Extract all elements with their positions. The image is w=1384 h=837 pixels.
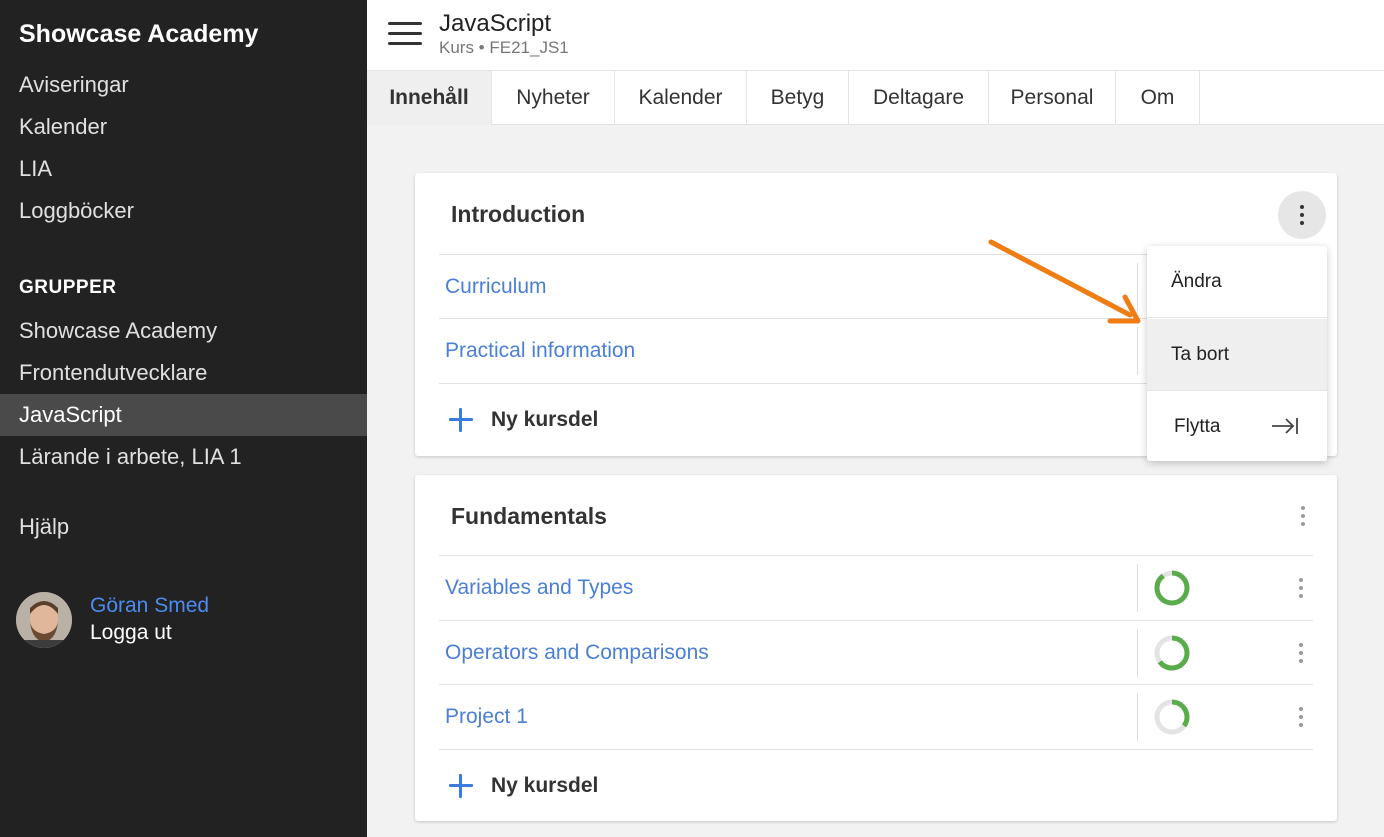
section-more-button[interactable] — [1279, 492, 1327, 540]
tab-deltagare[interactable]: Deltagare — [849, 71, 989, 125]
add-course-part-button[interactable]: Ny kursdel — [439, 749, 1313, 821]
list-item: Operators and Comparisons — [439, 620, 1313, 684]
sidebar-item-loggbocker[interactable]: Loggböcker — [0, 190, 367, 232]
page-subtitle: Kurs • FE21_JS1 — [439, 38, 569, 57]
more-vertical-icon — [1299, 641, 1303, 665]
menu-icon[interactable] — [388, 22, 422, 46]
progress-ring-icon — [1154, 570, 1190, 606]
menu-item-move-label: Flytta — [1174, 416, 1221, 437]
avatar-image — [16, 592, 72, 648]
section-more-button[interactable] — [1278, 191, 1326, 239]
tab-personal[interactable]: Personal — [989, 71, 1116, 125]
section-title: Fundamentals — [451, 503, 607, 529]
course-part-link[interactable]: Variables and Types — [445, 556, 633, 620]
course-part-link[interactable]: Operators and Comparisons — [445, 621, 709, 685]
tab-om[interactable]: Om — [1116, 71, 1200, 125]
menu-item-move[interactable]: Flytta — [1147, 392, 1327, 461]
context-menu: Ändra Ta bort Flytta — [1147, 246, 1327, 461]
user-name-link[interactable]: Göran Smed — [90, 594, 209, 618]
move-to-end-icon — [1272, 418, 1298, 434]
avatar[interactable] — [16, 592, 72, 648]
tab-bar: Innehåll Nyheter Kalender Betyg Deltagar… — [367, 71, 1384, 125]
groups-heading: GRUPPER — [19, 277, 117, 298]
more-vertical-icon — [1299, 705, 1303, 729]
section-card-fundamentals: Fundamentals Variables and Types Operato… — [415, 475, 1337, 821]
sidebar-item-larande-i-arbete[interactable]: Lärande i arbete, LIA 1 — [0, 436, 367, 478]
sidebar-item-frontendutvecklare[interactable]: Frontendutvecklare — [0, 352, 367, 394]
course-part-link[interactable]: Project 1 — [445, 685, 528, 749]
page-header: JavaScript Kurs • FE21_JS1 — [367, 0, 1384, 71]
divider — [1137, 629, 1138, 677]
brand-title[interactable]: Showcase Academy — [19, 20, 258, 49]
tab-innehall[interactable]: Innehåll — [367, 71, 492, 125]
add-course-part-label: Ny kursdel — [491, 774, 599, 797]
sidebar-item-aviseringar[interactable]: Aviseringar — [0, 64, 367, 106]
item-more-button[interactable] — [1287, 701, 1315, 733]
annotation-arrow-icon — [988, 239, 1141, 324]
course-part-link[interactable]: Practical information — [445, 319, 635, 383]
sidebar: Showcase Academy Aviseringar Kalender LI… — [0, 0, 367, 837]
course-part-link[interactable]: Curriculum — [445, 255, 547, 319]
progress-fill — [1154, 570, 1190, 606]
item-more-button[interactable] — [1287, 637, 1315, 669]
plus-icon — [449, 408, 473, 432]
plus-icon — [449, 774, 473, 798]
sidebar-item-lia[interactable]: LIA — [0, 148, 367, 190]
list-item: Project 1 — [439, 684, 1313, 748]
tab-betyg[interactable]: Betyg — [747, 71, 849, 125]
tab-nyheter[interactable]: Nyheter — [492, 71, 615, 125]
sidebar-item-showcase-academy[interactable]: Showcase Academy — [0, 310, 367, 352]
menu-item-delete[interactable]: Ta bort — [1147, 319, 1327, 391]
more-vertical-icon — [1299, 576, 1303, 600]
progress-ring-icon — [1154, 635, 1190, 671]
menu-item-edit[interactable]: Ändra — [1147, 246, 1327, 318]
page-title: JavaScript — [439, 10, 552, 37]
divider — [1137, 564, 1138, 612]
more-vertical-icon — [1300, 203, 1304, 227]
more-vertical-icon — [1301, 504, 1305, 528]
sidebar-item-javascript[interactable]: JavaScript — [0, 394, 367, 436]
sidebar-item-kalender[interactable]: Kalender — [0, 106, 367, 148]
list-item: Variables and Types — [439, 555, 1313, 619]
item-more-button[interactable] — [1287, 572, 1315, 604]
logout-link[interactable]: Logga ut — [90, 621, 172, 645]
sidebar-item-help[interactable]: Hjälp — [0, 506, 367, 548]
add-course-part-label: Ny kursdel — [491, 408, 599, 431]
progress-ring-icon — [1154, 699, 1190, 735]
divider — [1137, 693, 1138, 741]
section-title: Introduction — [451, 201, 586, 227]
tab-kalender[interactable]: Kalender — [615, 71, 747, 125]
